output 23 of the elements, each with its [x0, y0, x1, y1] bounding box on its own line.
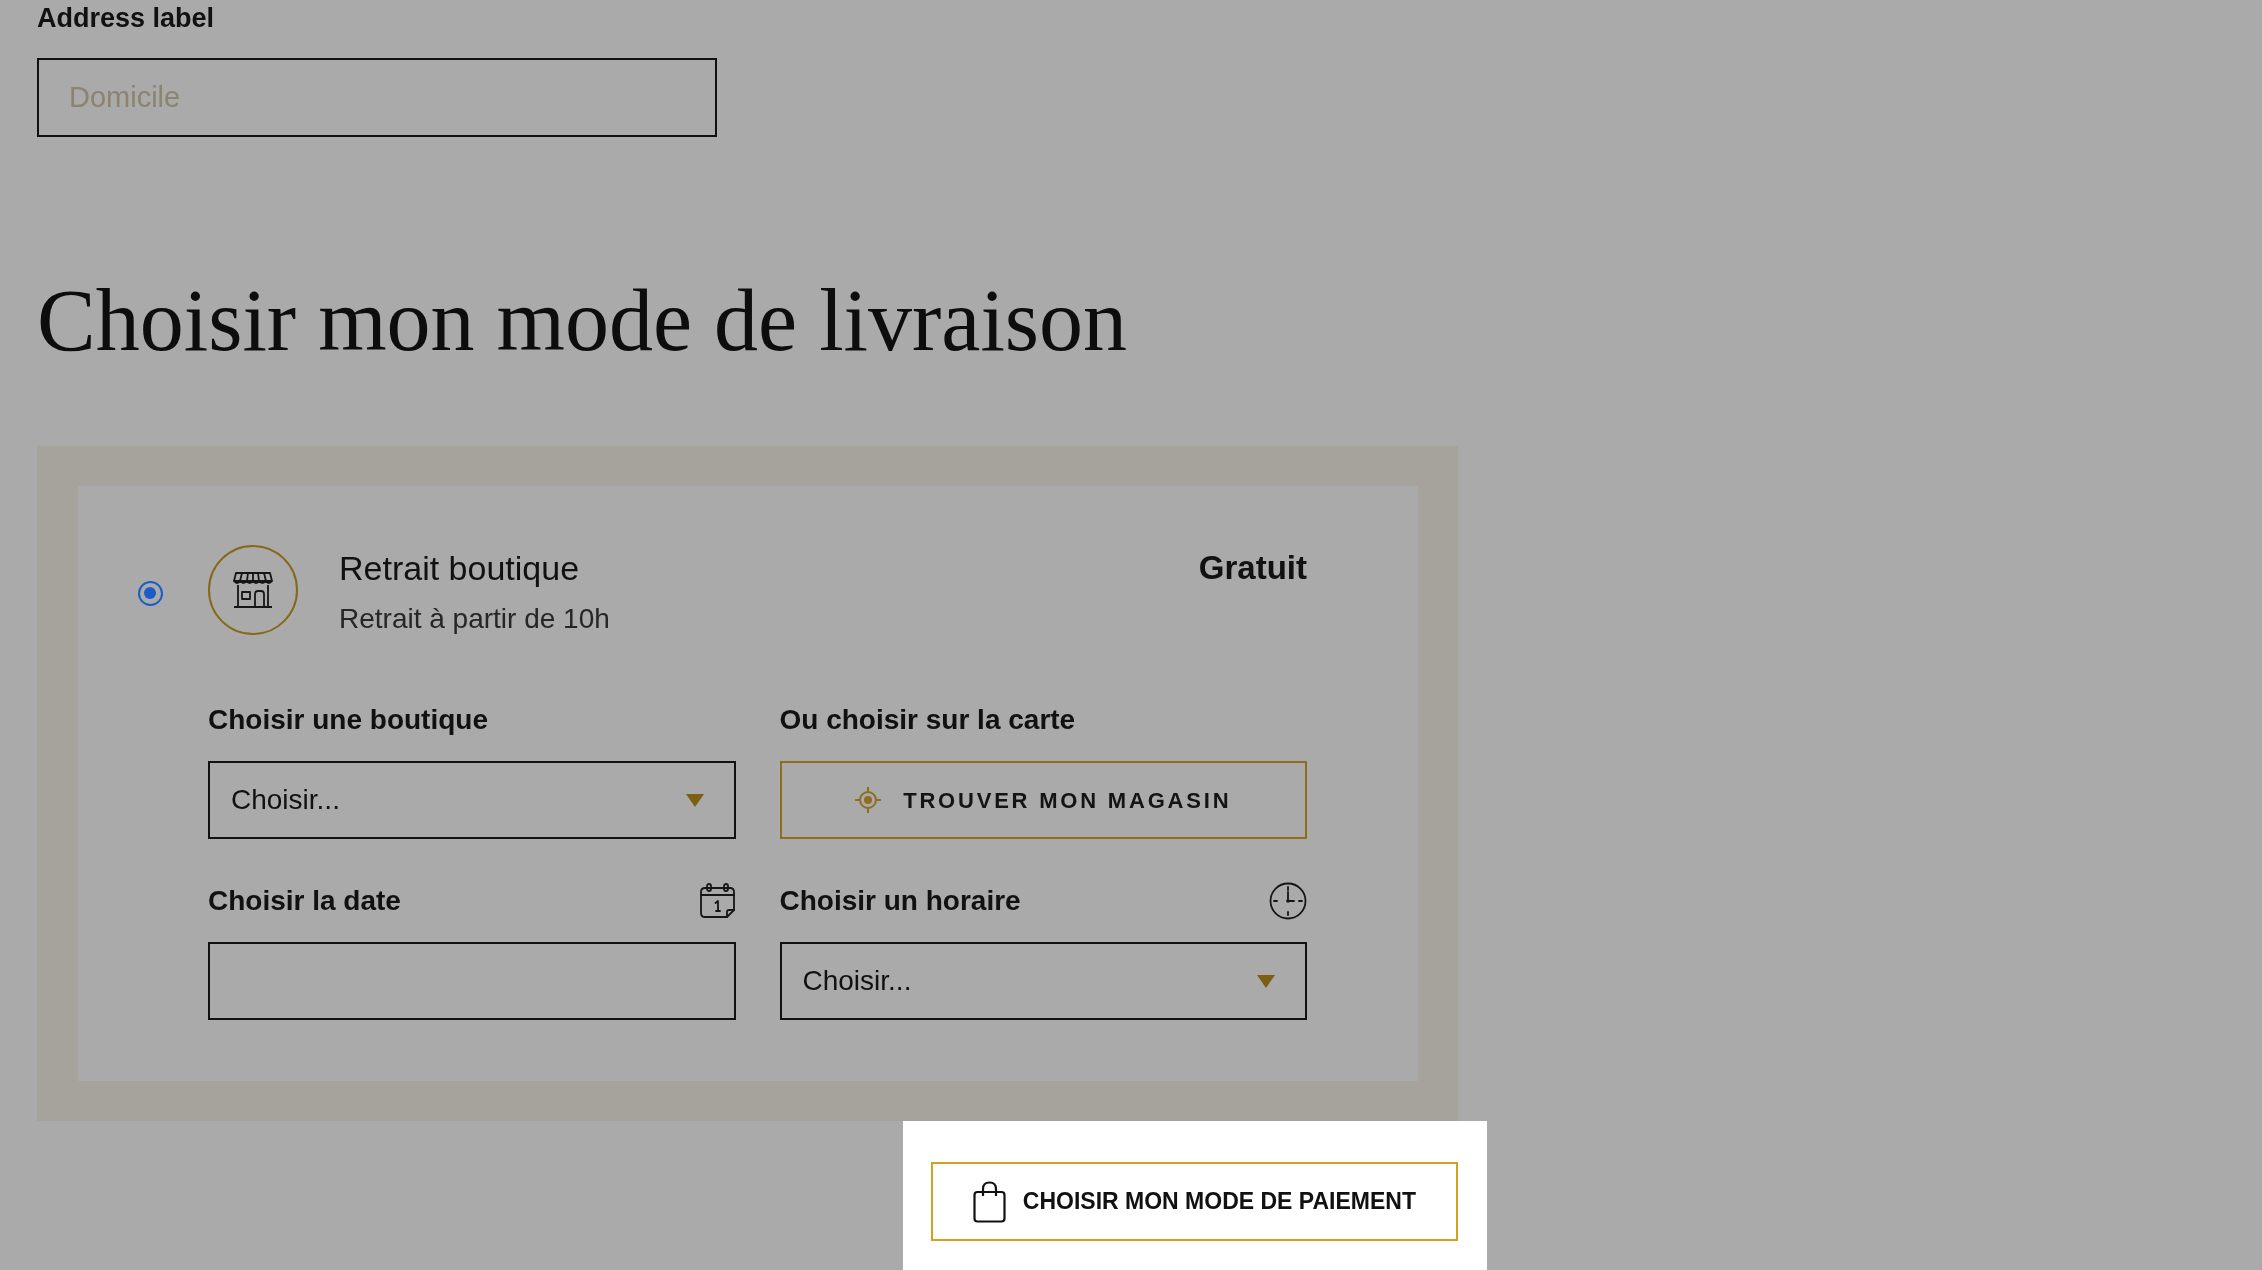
field-label: Choisir la date — [208, 883, 401, 918]
field-label: Choisir une boutique — [208, 702, 488, 737]
store-select[interactable]: Choisir... — [208, 761, 736, 839]
field-label: Address label — [37, 2, 215, 35]
option-title: Retrait boutique — [339, 548, 581, 588]
field-label: Choisir un horaire — [779, 883, 1021, 918]
shopping-bag-icon — [972, 1180, 1006, 1223]
time-select[interactable]: Choisir... — [779, 942, 1307, 1020]
find-store-button[interactable]: TROUVER MON MAGASIN — [779, 761, 1307, 839]
page-heading: Choisir mon mode de livraison — [37, 271, 1129, 371]
target-icon — [855, 787, 882, 813]
store-icon — [208, 545, 298, 635]
date-field[interactable] — [208, 942, 736, 1020]
calendar-icon — [698, 882, 736, 919]
radio-button[interactable] — [138, 581, 163, 606]
caret-icon — [1257, 974, 1275, 988]
payment-button[interactable]: CHOISIR MON MODE DE PAIEMENT — [930, 1162, 1458, 1241]
clock-icon — [1269, 881, 1307, 920]
address-field[interactable]: Domicile — [37, 58, 717, 137]
option-subtitle: Retrait à partir de 10h — [339, 602, 610, 636]
option-price: Gratuit — [1198, 548, 1307, 588]
caret-icon — [685, 793, 704, 807]
field-label: Ou choisir sur la carte — [779, 702, 1076, 737]
